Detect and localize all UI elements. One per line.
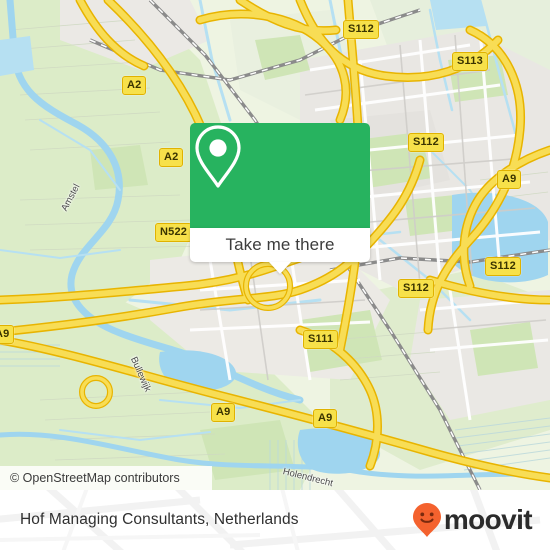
moovit-wordmark: moovit xyxy=(443,504,533,535)
road-shield: A9 xyxy=(0,325,15,344)
road-shield: S112 xyxy=(408,133,444,152)
take-me-there-button[interactable]: Take me there xyxy=(190,228,370,262)
page-footer: Hof Managing Consultants, Netherlands mo… xyxy=(0,490,550,550)
road-shield: S112 xyxy=(343,20,379,39)
callout-icon-area xyxy=(190,123,370,228)
place-title: Hof Managing Consultants, Netherlands xyxy=(20,511,299,528)
road-shield: A9 xyxy=(497,170,522,189)
moovit-pin-smiley-icon xyxy=(412,503,441,537)
osm-attribution-text: © OpenStreetMap contributors xyxy=(10,471,180,485)
road-shield: S112 xyxy=(485,257,521,276)
road-shield: S112 xyxy=(398,279,434,298)
road-shield: N522 xyxy=(155,223,193,242)
moovit-map-page: A2 A2 N522 S112 S113 S112 A9 S112 S112 S… xyxy=(0,0,550,550)
road-shield: S111 xyxy=(303,330,339,349)
road-shield: A2 xyxy=(159,148,184,167)
road-shield: A9 xyxy=(313,409,338,428)
take-me-there-label: Take me there xyxy=(225,235,335,254)
map-canvas[interactable]: A2 A2 N522 S112 S113 S112 A9 S112 S112 S… xyxy=(0,0,550,490)
road-shield: A9 xyxy=(211,403,236,422)
map-pin-icon xyxy=(195,125,241,188)
osm-attribution[interactable]: © OpenStreetMap contributors xyxy=(0,466,212,490)
location-callout-card[interactable]: Take me there xyxy=(190,123,370,274)
moovit-logo[interactable]: moovit xyxy=(412,502,533,538)
road-shield: A2 xyxy=(122,76,147,95)
callout-tail xyxy=(269,262,291,274)
road-shield: S113 xyxy=(452,52,488,71)
